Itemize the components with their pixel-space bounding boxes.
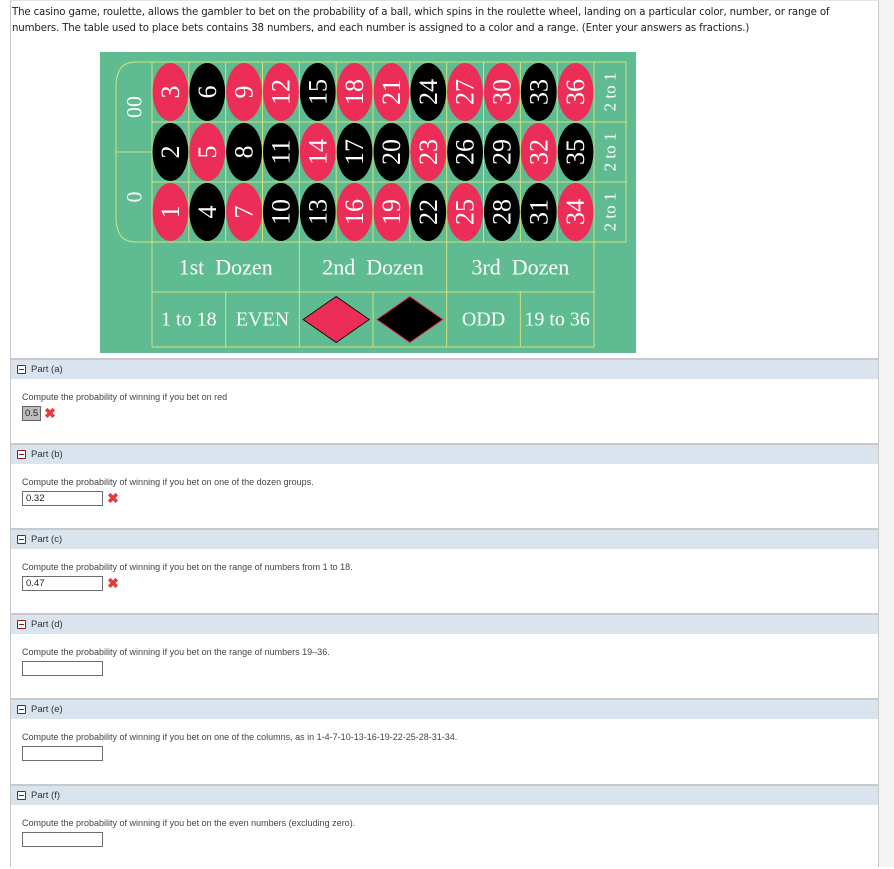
number-label-27: 27: [451, 79, 480, 105]
number-label-9: 9: [230, 86, 259, 99]
number-label-22: 22: [414, 199, 443, 225]
number-label-31: 31: [524, 199, 553, 225]
roulette-table-image: 00 0 1 2 3 4 5 6 7 8 9 10 11 12 13 14 15 16 17 18 19 20 21 22 23…: [100, 52, 636, 353]
part-f: Part (f) Compute the probability of winn…: [11, 784, 878, 869]
part-e-header[interactable]: Part (e): [11, 698, 878, 719]
collapse-icon[interactable]: [17, 705, 26, 714]
part-a-header[interactable]: Part (a): [11, 358, 878, 379]
number-label-32: 32: [524, 139, 553, 165]
outside-bet-1-to-18: 1 to 18: [161, 309, 217, 331]
number-label-6: 6: [193, 86, 222, 99]
incorrect-icon: ✖: [44, 405, 56, 421]
black-diamond-bet: [375, 295, 444, 344]
bet-00: 00: [122, 96, 147, 118]
number-label-36: 36: [561, 79, 590, 105]
number-label-28: 28: [487, 199, 516, 225]
part-e-question: Compute the probability of winning if yo…: [22, 732, 458, 742]
number-label-26: 26: [451, 139, 480, 165]
number-label-5: 5: [193, 146, 222, 159]
outside-bet-odd: ODD: [462, 309, 505, 331]
number-label-17: 17: [340, 139, 369, 165]
outside-bet-19-to-36: 19 to 36: [524, 309, 590, 331]
number-label-4: 4: [193, 206, 222, 219]
column-bet-1: 2 to 1: [601, 73, 620, 112]
number-label-8: 8: [230, 146, 259, 159]
number-label-19: 19: [377, 199, 406, 225]
part-a-question: Compute the probability of winning if yo…: [22, 392, 228, 402]
part-c-header[interactable]: Part (c): [11, 528, 878, 549]
number-label-35: 35: [561, 139, 590, 165]
part-b-question: Compute the probability of winning if yo…: [22, 477, 314, 487]
number-label-11: 11: [266, 139, 295, 164]
part-d: Part (d) Compute the probability of winn…: [11, 613, 878, 698]
part-d-answer-input[interactable]: [22, 661, 103, 676]
collapse-icon[interactable]: [17, 535, 26, 544]
page-scroll-rail: [878, 0, 894, 867]
number-label-12: 12: [266, 79, 295, 105]
number-label-34: 34: [561, 199, 590, 225]
part-d-question: Compute the probability of winning if yo…: [22, 647, 330, 657]
red-diamond-bet: [302, 295, 371, 344]
number-label-25: 25: [451, 199, 480, 225]
part-c-answer-input[interactable]: [22, 576, 103, 591]
part-c: Part (c) Compute the probability of winn…: [11, 528, 878, 613]
number-label-21: 21: [377, 79, 406, 105]
bet-0: 0: [122, 192, 147, 203]
collapse-icon[interactable]: [17, 365, 26, 374]
collapse-icon[interactable]: [17, 450, 26, 459]
part-a-label: Part (a): [31, 364, 63, 375]
number-label-33: 33: [524, 79, 553, 105]
number-label-10: 10: [266, 199, 295, 225]
number-label-24: 24: [414, 79, 443, 105]
number-label-14: 14: [303, 139, 332, 165]
column-bet-2: 2 to 1: [601, 133, 620, 172]
part-e-answer-input[interactable]: [22, 746, 103, 761]
dozen-bet-2: 2nd Dozen: [322, 255, 423, 280]
part-f-answer-input[interactable]: [22, 832, 103, 847]
part-d-header[interactable]: Part (d): [11, 613, 878, 634]
incorrect-icon: ✖: [107, 490, 119, 506]
part-a: Part (a) Compute the probability of winn…: [11, 358, 878, 443]
number-label-20: 20: [377, 139, 406, 165]
number-label-2: 2: [156, 146, 185, 159]
number-label-3: 3: [156, 86, 185, 99]
part-c-label: Part (c): [31, 534, 63, 545]
part-b-label: Part (b): [31, 449, 63, 460]
number-label-13: 13: [303, 199, 332, 225]
part-d-label: Part (d): [31, 619, 63, 630]
collapse-icon[interactable]: [17, 791, 26, 800]
part-b: Part (b) Compute the probability of winn…: [11, 443, 878, 528]
number-label-16: 16: [340, 199, 369, 225]
collapse-icon[interactable]: [17, 620, 26, 629]
part-f-header[interactable]: Part (f): [11, 784, 878, 805]
dozen-bet-3: 3rd Dozen: [471, 255, 569, 280]
outside-bet-even: EVEN: [236, 309, 289, 331]
part-b-header[interactable]: Part (b): [11, 443, 878, 464]
column-bet-3: 2 to 1: [601, 193, 620, 232]
part-e-label: Part (e): [31, 704, 63, 715]
part-f-question: Compute the probability of winning if yo…: [22, 818, 356, 828]
number-label-15: 15: [303, 79, 332, 105]
dozen-bet-1: 1st Dozen: [179, 255, 273, 280]
roulette-table-svg: 0001234567891011121314151617181920212223…: [115, 61, 627, 348]
problem-intro: The casino game, roulette, allows the ga…: [12, 7, 830, 34]
part-e: Part (e) Compute the probability of winn…: [11, 698, 878, 783]
part-a-answer-input[interactable]: [22, 406, 41, 421]
part-f-label: Part (f): [31, 790, 61, 801]
part-b-answer-input[interactable]: [22, 491, 103, 506]
number-label-1: 1: [156, 206, 185, 219]
number-label-23: 23: [414, 139, 443, 165]
part-c-question: Compute the probability of winning if yo…: [22, 562, 353, 572]
number-label-7: 7: [230, 206, 259, 219]
number-label-29: 29: [487, 139, 516, 165]
number-label-30: 30: [487, 79, 516, 105]
incorrect-icon: ✖: [107, 575, 119, 591]
number-label-18: 18: [340, 79, 369, 105]
